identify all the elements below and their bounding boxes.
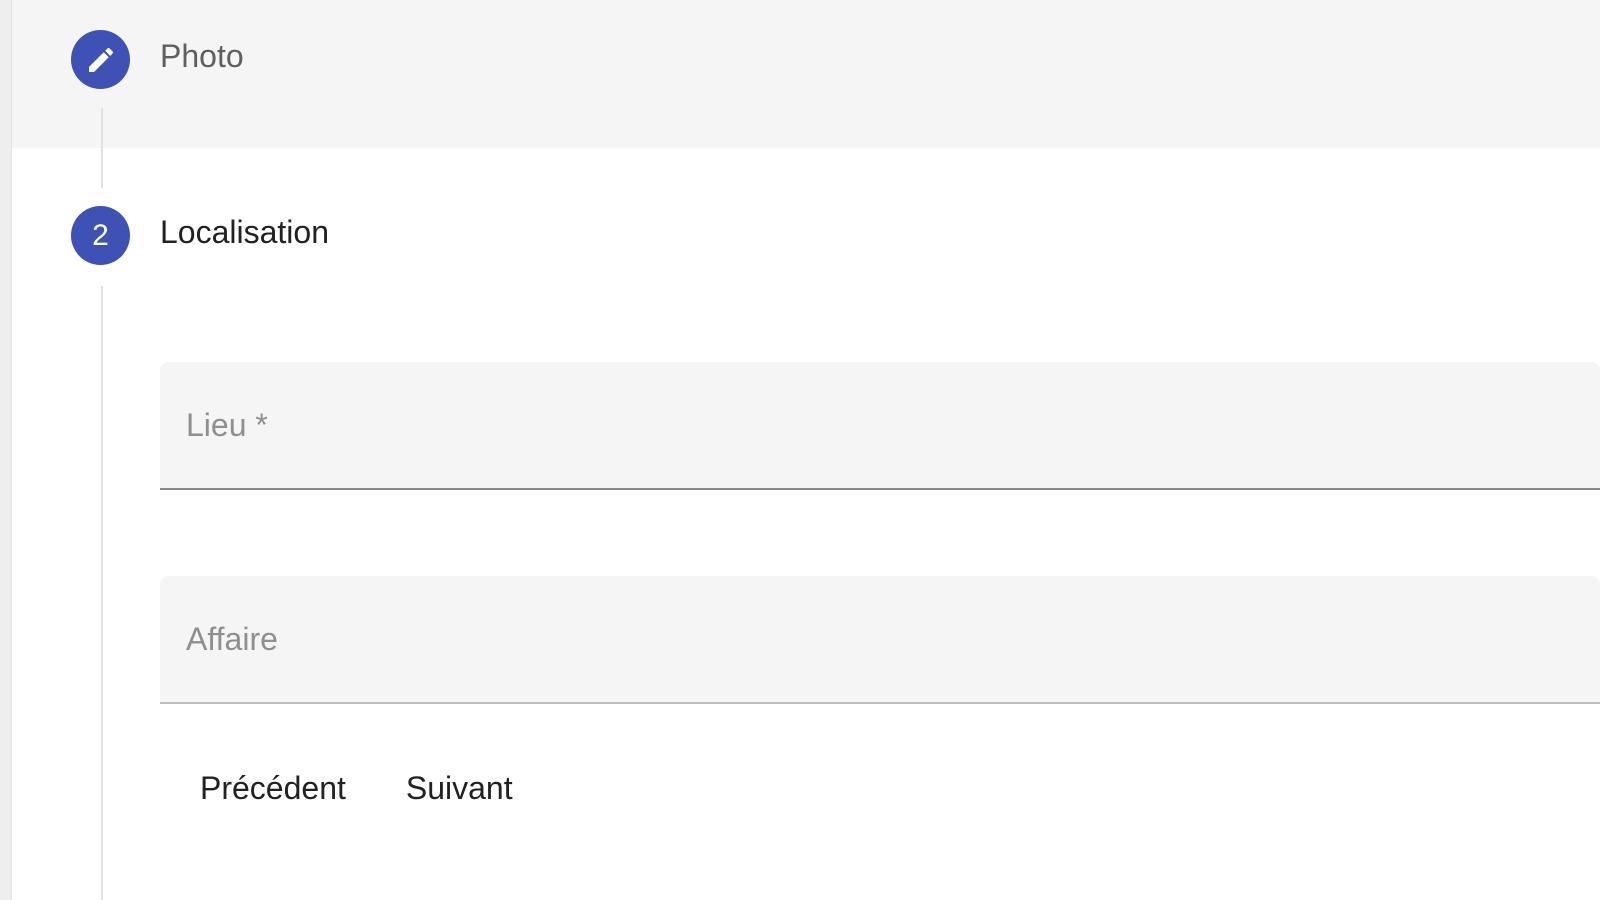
pencil-icon bbox=[71, 30, 130, 89]
step-number-badge: 2 bbox=[71, 206, 130, 265]
previous-button[interactable]: Précédent bbox=[180, 756, 366, 821]
left-edge-divider bbox=[0, 0, 12, 900]
page: Photo 2 Localisation Précédent Suivant bbox=[0, 0, 1600, 900]
step-localisation-label: Localisation bbox=[160, 214, 329, 250]
next-button[interactable]: Suivant bbox=[386, 756, 533, 821]
step-photo-label: Photo bbox=[160, 38, 244, 74]
step-actions: Précédent Suivant bbox=[180, 756, 533, 821]
affaire-field bbox=[160, 576, 1600, 704]
step-connector-line bbox=[101, 286, 103, 900]
step-localisation-header[interactable]: 2 Localisation bbox=[12, 148, 1600, 322]
lieu-input[interactable] bbox=[160, 362, 1600, 488]
vertical-stepper: Photo 2 Localisation Précédent Suivant bbox=[12, 0, 1600, 900]
step-photo-header[interactable]: Photo bbox=[12, 0, 1600, 148]
lieu-field bbox=[160, 362, 1600, 490]
affaire-input[interactable] bbox=[160, 576, 1600, 702]
